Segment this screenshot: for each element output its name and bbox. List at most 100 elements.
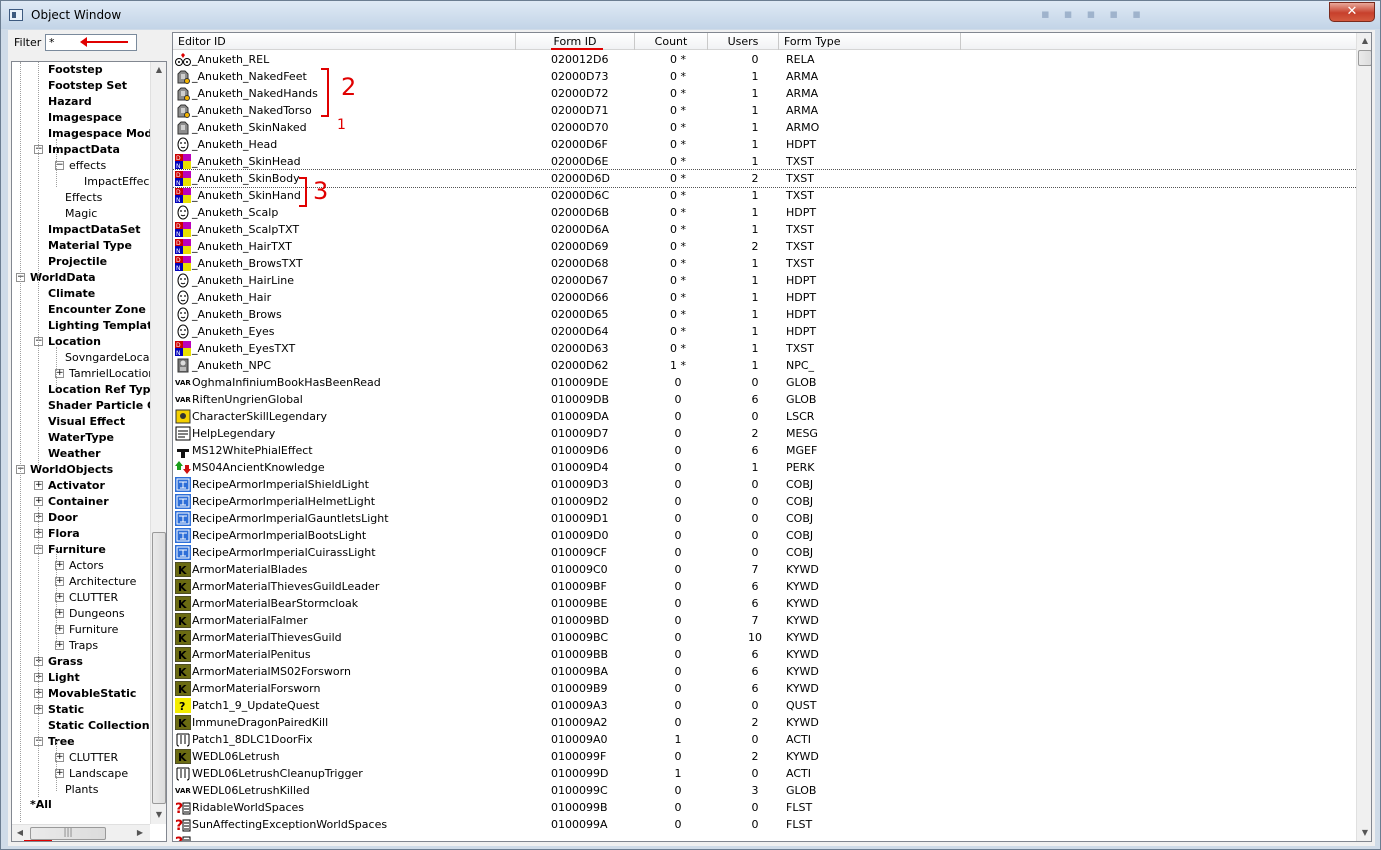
table-row[interactable]: RecipeArmorImperialCuirassLight 010009CF 0… [173, 544, 1357, 561]
tree-item[interactable]: + Activator [12, 478, 150, 494]
table-row[interactable]: ? Patch1_9_UpdateQuest 010009A3 0 0 QUST [173, 697, 1357, 714]
tree-item[interactable]: − Furniture [12, 542, 150, 558]
table-row[interactable]: D N _Anuketh_ScalpTXT 02000D6A 0 * 1 TXST [173, 221, 1357, 238]
column-header-count[interactable]: Count [635, 33, 708, 50]
tree-item[interactable]: + Static [12, 702, 150, 718]
column-header-form-type[interactable]: Form Type [779, 33, 961, 50]
scroll-down-arrow[interactable]: ▼ [1357, 825, 1371, 841]
title-bar[interactable]: Object Window ▪▪▪▪▪ ✕ [1, 1, 1380, 29]
table-row[interactable]: _Anuketh_NPC 02000D62 1 * 1 NPC_ [173, 357, 1357, 374]
tree-item[interactable]: + MovableStatic [12, 686, 150, 702]
tree-item[interactable]: Hazard [12, 94, 150, 110]
scroll-down-arrow[interactable]: ▼ [151, 807, 166, 823]
tree-item[interactable]: − WorldObjects [12, 462, 150, 478]
table-row[interactable]: Patch1_8DLC1DoorFix 010009A0 1 0 ACTI [173, 731, 1357, 748]
expand-icon[interactable]: + [34, 481, 43, 490]
scroll-up-arrow[interactable]: ▲ [1357, 33, 1371, 49]
tree-item[interactable]: Projectile [12, 254, 150, 270]
tree-item[interactable]: + TamrielLocation [12, 366, 155, 382]
scroll-thumb[interactable] [152, 532, 166, 804]
tree-item[interactable]: + Actors [12, 558, 150, 574]
table-row[interactable]: K ArmorMaterialPenitus 010009BB 0 6 KYWD [173, 646, 1357, 663]
tree-item[interactable]: Weather [12, 446, 150, 462]
tree-item[interactable]: Lighting Templat [12, 318, 152, 334]
table-row[interactable]: K ArmorMaterialFalmer 010009BD 0 7 KYWD [173, 612, 1357, 629]
tree-horizontal-scrollbar[interactable]: ◀ ||| ▶ [12, 824, 150, 841]
table-row[interactable]: ? RidableWorldSpaces 0100099B 0 0 FLST [173, 799, 1357, 817]
table-row[interactable]: VAR RiftenUngrienGlobal 010009DB 0 6 GLOB [173, 391, 1357, 408]
tree-item[interactable]: − WorldData [12, 270, 150, 286]
tree-item[interactable]: + Architecture [12, 574, 150, 590]
tree-item[interactable]: + Flora [12, 526, 150, 542]
tree-item[interactable]: + Door [12, 510, 150, 526]
tree-item[interactable]: Footstep [12, 62, 150, 78]
tree-item[interactable]: Location Ref Typ [12, 382, 151, 398]
tree-item[interactable]: ImpactDataSet [12, 222, 150, 238]
object-list[interactable]: Editor ID Form ID Count Users Form Type … [172, 32, 1372, 842]
table-row[interactable]: RecipeArmorImperialShieldLight 010009D3 0 0… [173, 476, 1357, 493]
tree-item[interactable]: − Location [12, 334, 150, 350]
tree-item[interactable]: Imagespace [12, 110, 150, 126]
column-header-users[interactable]: Users [708, 33, 779, 50]
tree-item[interactable]: ImpactEffec [12, 174, 150, 190]
scroll-right-arrow[interactable]: ▶ [132, 825, 148, 841]
tree-item[interactable]: WaterType [12, 430, 150, 446]
tree-item[interactable]: Visual Effect [12, 414, 150, 430]
table-row[interactable]: RecipeArmorImperialGauntletsLight 010009D… [173, 510, 1357, 527]
tree-item[interactable]: + Traps [12, 638, 150, 654]
scroll-thumb-horizontal[interactable]: ||| [30, 827, 106, 840]
table-row[interactable]: _Anuketh_Hair 02000D66 0 * 1 HDPT [173, 289, 1357, 306]
table-row[interactable]: K ArmorMaterialThievesGuildLeader 010009BF… [173, 578, 1357, 595]
table-row[interactable]: D N _Anuketh_HairTXT 02000D69 0 * 2 TXST [173, 238, 1357, 255]
table-row[interactable]: _Anuketh_NakedTorso 02000D71 0 * 1 ARMA [173, 102, 1357, 119]
table-row[interactable]: RecipeArmorImperialBootsLight 010009D0 0 0 C… [173, 527, 1357, 544]
table-row[interactable]: K ImmuneDragonPairedKill 010009A2 0 2 KYWD [173, 714, 1357, 731]
table-row[interactable]: K ArmorMaterialForsworn 010009B9 0 6 KYWD [173, 680, 1357, 697]
table-row[interactable]: _Anuketh_Brows 02000D65 0 * 1 HDPT [173, 306, 1357, 323]
tree-vertical-scrollbar[interactable]: ▲ ▼ [150, 62, 166, 824]
table-row[interactable]: _Anuketh_HairLine 02000D67 0 * 1 HDPT [173, 272, 1357, 289]
table-row[interactable]: CharacterSkillLegendary 010009DA 0 0 LSCR [173, 408, 1357, 425]
tree-item[interactable]: Material Type [12, 238, 150, 254]
table-row[interactable]: D N _Anuketh_SkinHead 02000D6E 0 * 1 TXST [173, 153, 1357, 170]
table-row[interactable]: _Anuketh_Head 02000D6F 0 * 1 HDPT [173, 136, 1357, 153]
tree-item[interactable]: Static Collection [12, 718, 150, 734]
table-row[interactable]: K WEDL06Letrush 0100099F 0 2 KYWD [173, 748, 1357, 765]
tree-item[interactable]: Climate [12, 286, 150, 302]
list-vertical-scrollbar[interactable]: ▲ ▼ [1356, 33, 1371, 841]
tree-item[interactable]: + Furniture [12, 622, 150, 638]
table-row[interactable]: ? SunAffectingExceptionWorldSpaces 0100099… [173, 816, 1357, 834]
table-row[interactable]: VAR WEDL06LetrushKilled 0100099C 0 3 GLOB [173, 782, 1357, 799]
table-row[interactable]: MS12WhitePhialEffect 010009D6 0 6 MGEF [173, 442, 1357, 459]
tree-item[interactable]: + CLUTTER [12, 590, 150, 606]
table-row[interactable]: RecipeArmorImperialHelmetLight 010009D2 0 0… [173, 493, 1357, 510]
tree-item[interactable]: + Light [12, 670, 150, 686]
table-row[interactable]: _Anuketh_Scalp 02000D6B 0 * 1 HDPT [173, 204, 1357, 221]
tree-item[interactable]: Magic [12, 206, 150, 222]
tree-item[interactable]: Imagespace Mod [12, 126, 152, 142]
table-row[interactable]: D N _Anuketh_BrowsTXT 02000D68 0 * 1 TXST [173, 255, 1357, 272]
tree-item[interactable]: − Tree [12, 734, 150, 750]
table-row[interactable]: D N _Anuketh_SkinBody 02000D6D 0 * 2 TXST [173, 169, 1358, 188]
tree-item[interactable]: Plants [12, 782, 150, 798]
tree-item[interactable]: Footstep Set [12, 78, 150, 94]
category-tree[interactable]: Footstep Footstep Set Hazard Imagespace Imag… [11, 61, 167, 842]
table-row[interactable]: MS04AncientKnowledge 010009D4 0 1 PERK [173, 459, 1357, 476]
tree-item[interactable]: Effects [12, 190, 150, 206]
table-row[interactable]: K ArmorMaterialBlades 010009C0 0 7 KYWD [173, 561, 1357, 578]
tree-item[interactable]: + Grass [12, 654, 150, 670]
table-row[interactable]: K ArmorMaterialThievesGuild 010009BC 0 10 KYW… [173, 629, 1357, 646]
table-row[interactable]: D N _Anuketh_SkinHand 02000D6C 0 * 1 TXST [173, 187, 1357, 204]
scroll-thumb[interactable] [1358, 50, 1371, 66]
table-row[interactable]: K ArmorMaterialBearStormcloak 010009BE 0 6 KY… [173, 595, 1357, 612]
tree-item[interactable]: − effects [12, 158, 150, 174]
table-row[interactable]: ? [173, 833, 1357, 841]
tree-item[interactable]: SovngardeLoca [12, 350, 150, 366]
scroll-up-arrow[interactable]: ▲ [151, 62, 166, 78]
tree-item[interactable]: Encounter Zone [12, 302, 150, 318]
scroll-left-arrow[interactable]: ◀ [12, 825, 28, 841]
table-row[interactable]: _Anuketh_Eyes 02000D64 0 * 1 HDPT [173, 323, 1357, 340]
tree-item[interactable]: + Landscape [12, 766, 150, 782]
table-row[interactable]: HelpLegendary 010009D7 0 2 MESG [173, 425, 1357, 442]
table-row[interactable]: K ArmorMaterialMS02Forsworn 010009BA 0 6 KYWD [173, 663, 1357, 680]
